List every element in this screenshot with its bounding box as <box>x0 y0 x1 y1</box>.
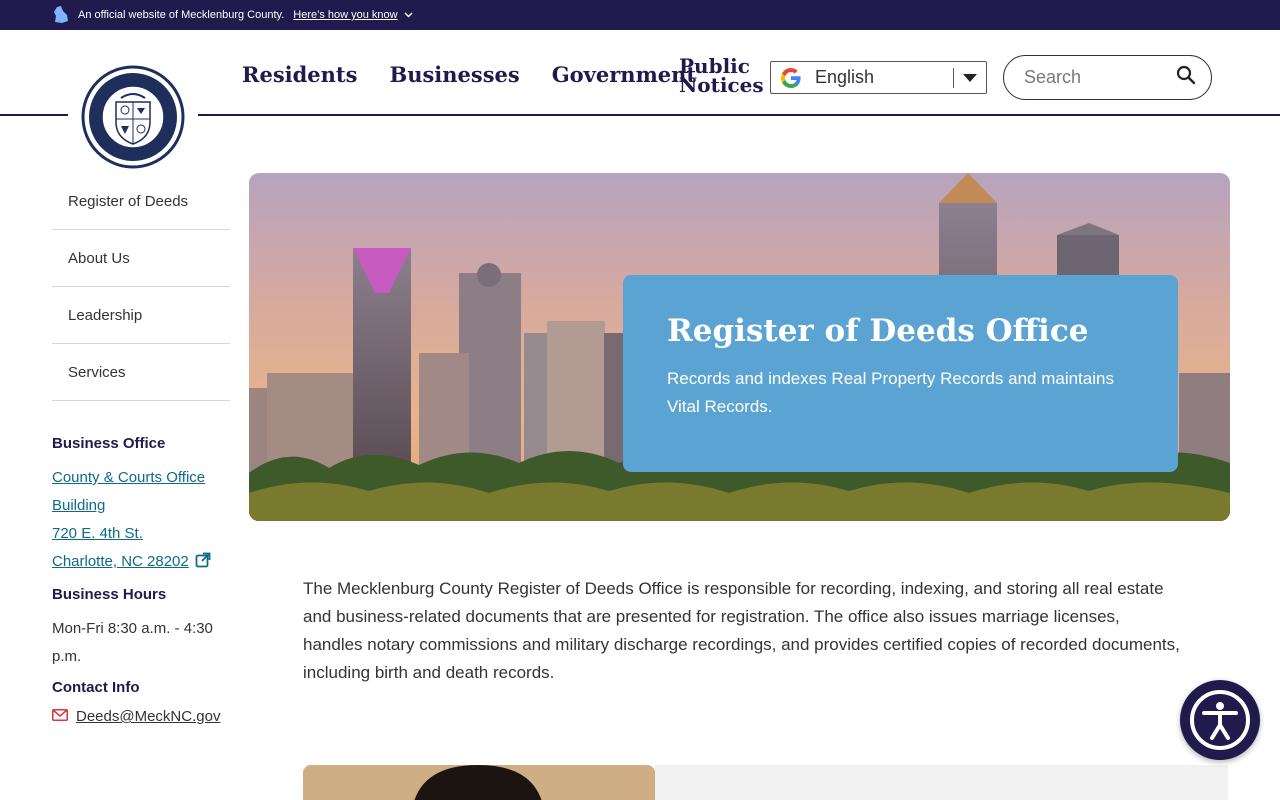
official-website-banner: An official website of Mecklenburg Count… <box>0 0 1280 30</box>
search-input[interactable] <box>1024 67 1174 88</box>
intro-paragraph: The Mecklenburg County Register of Deeds… <box>303 579 1180 682</box>
nav-public-notices-line2: Notices <box>679 73 764 97</box>
nav-businesses[interactable]: Businesses <box>389 62 519 87</box>
nav-public-notices[interactable]: Public Notices <box>679 56 764 97</box>
email-row: Deeds@MeckNC.gov <box>52 708 237 725</box>
page-title: Register of Deeds Office <box>667 313 1089 349</box>
address-line1[interactable]: County & Courts Office <box>52 464 237 492</box>
site-search <box>1003 55 1212 100</box>
sidebar-item-services[interactable]: Services <box>52 344 230 401</box>
mecklenburg-county-seal-logo[interactable] <box>68 62 198 172</box>
business-hours-heading: Business Hours <box>52 586 167 603</box>
main-navigation: Residents Businesses Government <box>242 62 728 87</box>
sidebar-item-about-us[interactable]: About Us <box>52 230 230 287</box>
accessibility-button[interactable] <box>1180 680 1260 760</box>
address-line3[interactable]: 720 E. 4th St. <box>52 520 237 548</box>
business-hours-line2: p.m. <box>52 648 82 665</box>
language-select[interactable]: English <box>770 61 987 94</box>
address-line2[interactable]: Building <box>52 492 237 520</box>
contact-info-heading: Contact Info <box>52 679 140 696</box>
profile-card-panel <box>655 765 1228 800</box>
hero-banner: Register of Deeds Office Records and ind… <box>249 173 1230 521</box>
sidebar-navigation: Register of Deeds About Us Leadership Se… <box>52 173 230 401</box>
email-link[interactable]: Deeds@MeckNC.gov <box>76 708 220 725</box>
address-line4[interactable]: Charlotte, NC 28202 <box>52 553 189 570</box>
hero-subtitle-line1: Records and indexes Real Property Record… <box>667 369 1114 388</box>
envelope-icon <box>52 708 68 725</box>
business-hours-line1: Mon-Fri 8:30 a.m. - 4:30 <box>52 620 213 637</box>
hero-card: Register of Deeds Office Records and ind… <box>623 275 1178 472</box>
business-office-heading: Business Office <box>52 435 166 452</box>
sidebar-item-leadership[interactable]: Leadership <box>52 287 230 344</box>
address-link[interactable]: County & Courts Office Building 720 E. 4… <box>52 464 237 578</box>
address-line4-wrapper[interactable]: Charlotte, NC 28202 <box>52 548 237 578</box>
nav-residents[interactable]: Residents <box>242 62 357 87</box>
official-text: An official website of Mecklenburg Count… <box>78 9 285 21</box>
search-icon[interactable] <box>1176 65 1196 90</box>
nav-government[interactable]: Government <box>552 62 696 87</box>
staff-photo <box>303 765 655 800</box>
office-info: Business Office County & Courts Office B… <box>52 435 237 725</box>
hero-subtitle-line2: Vital Records. <box>667 397 773 416</box>
sidebar-item-register-of-deeds[interactable]: Register of Deeds <box>52 173 230 230</box>
accessibility-icon <box>1190 690 1250 750</box>
hero-subtitle: Records and indexes Real Property Record… <box>667 365 1134 421</box>
chevron-down-icon[interactable] <box>404 9 413 21</box>
google-icon <box>779 66 803 90</box>
external-link-icon <box>195 550 211 578</box>
language-selected-value: English <box>815 67 875 87</box>
caret-down-icon[interactable] <box>954 73 986 82</box>
county-shape-icon <box>53 6 69 24</box>
heres-how-you-know-link[interactable]: Here’s how you know <box>293 9 397 21</box>
